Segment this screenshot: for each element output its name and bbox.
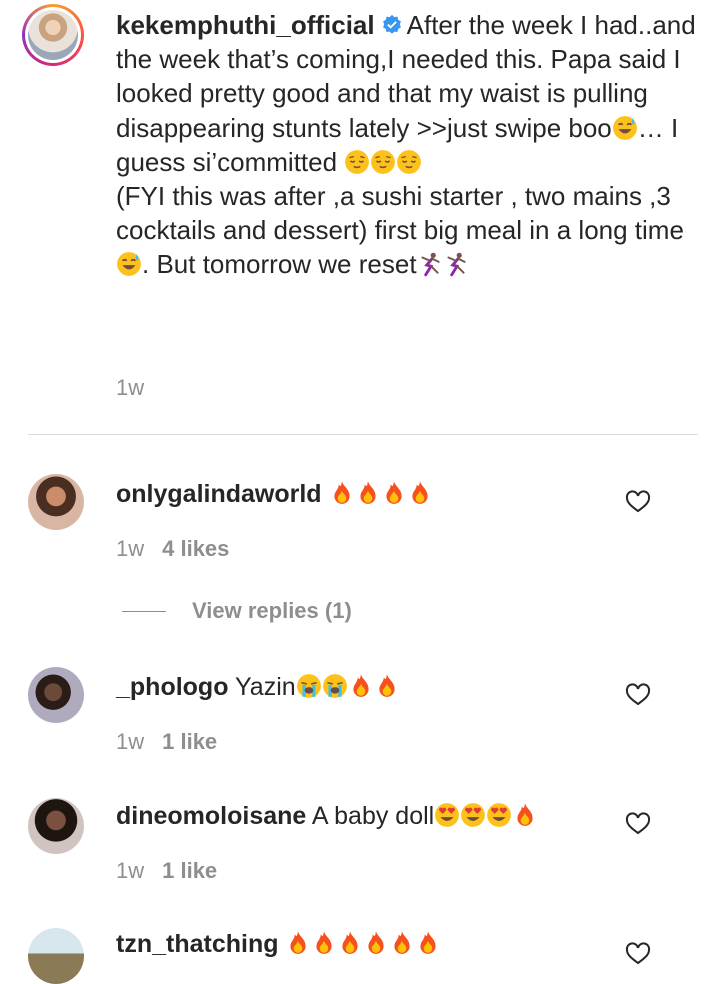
replies-line xyxy=(122,610,166,612)
comment-meta: 1w 1 like xyxy=(116,858,217,884)
comment-username[interactable]: onlygalindaworld xyxy=(116,480,322,508)
fire-emoji xyxy=(329,480,355,506)
caption-body-2: (FYI this was after ,a sushi starter , t… xyxy=(116,181,684,246)
fire-emoji xyxy=(311,930,337,956)
view-replies-label: View replies (1) xyxy=(192,598,352,623)
avatar-photo xyxy=(28,10,78,60)
view-replies-button[interactable]: View replies (1) xyxy=(122,596,352,626)
heart-eyes-emoji xyxy=(486,802,512,828)
like-heart-icon[interactable] xyxy=(625,490,651,514)
fire-emoji xyxy=(389,930,415,956)
fire-emoji xyxy=(381,480,407,506)
comment-username[interactable]: _phologo xyxy=(116,673,228,701)
comment-avatar[interactable] xyxy=(28,474,84,530)
comment-timestamp: 1w xyxy=(116,729,145,754)
comment-text: dineomoloisane A baby doll xyxy=(116,800,538,832)
loudly-crying-emoji xyxy=(296,673,322,699)
dancer-emoji xyxy=(443,251,469,277)
like-heart-icon[interactable] xyxy=(625,812,651,836)
relieved-face-emoji xyxy=(370,149,396,175)
caption-body-2b: . But tomorrow we reset xyxy=(142,249,417,280)
comment-username[interactable]: tzn_thatching xyxy=(116,930,279,958)
dancer-emoji xyxy=(417,251,443,277)
comment-text: onlygalindaworld xyxy=(116,478,433,510)
author-avatar[interactable] xyxy=(22,4,84,66)
comment-text: _phologo Yazin xyxy=(116,671,400,703)
comment-body: Yazin xyxy=(234,673,296,701)
fire-emoji xyxy=(363,930,389,956)
comment-avatar[interactable] xyxy=(28,667,84,723)
relieved-face-emoji xyxy=(344,149,370,175)
comment-timestamp: 1w xyxy=(116,858,145,883)
sweat-smile-emoji xyxy=(116,251,142,277)
fire-emoji xyxy=(285,930,311,956)
comment-likes[interactable]: 4 likes xyxy=(162,536,229,561)
comment-timestamp: 1w xyxy=(116,536,145,561)
comment-avatar[interactable] xyxy=(28,928,84,984)
heart-eyes-emoji xyxy=(460,802,486,828)
verified-badge-icon xyxy=(382,14,401,34)
fire-emoji xyxy=(337,930,363,956)
fire-emoji xyxy=(355,480,381,506)
comment-meta: 1w 4 likes xyxy=(116,536,229,562)
fire-emoji xyxy=(374,673,400,699)
comment-text: tzn_thatching xyxy=(116,928,441,960)
fire-emoji xyxy=(407,480,433,506)
like-heart-icon[interactable] xyxy=(625,683,651,707)
comment-likes[interactable]: 1 like xyxy=(162,858,217,883)
relieved-face-emoji xyxy=(396,149,422,175)
caption-text: kekemphuthi_official After the week I had… xyxy=(116,8,696,282)
fire-emoji xyxy=(348,673,374,699)
fire-emoji xyxy=(415,930,441,956)
comment-avatar[interactable] xyxy=(28,798,84,854)
comment-meta: 1w 1 like xyxy=(116,729,217,755)
heart-eyes-emoji xyxy=(434,802,460,828)
divider xyxy=(28,434,698,435)
loudly-crying-emoji xyxy=(322,673,348,699)
comment-body: A baby doll xyxy=(311,802,435,830)
caption-timestamp: 1w xyxy=(116,375,145,400)
like-heart-icon[interactable] xyxy=(625,942,651,966)
sweat-smile-emoji xyxy=(612,115,638,141)
caption-username[interactable]: kekemphuthi_official xyxy=(116,10,375,40)
fire-emoji xyxy=(512,802,538,828)
comment-likes[interactable]: 1 like xyxy=(162,729,217,754)
comment-username[interactable]: dineomoloisane xyxy=(116,802,306,830)
